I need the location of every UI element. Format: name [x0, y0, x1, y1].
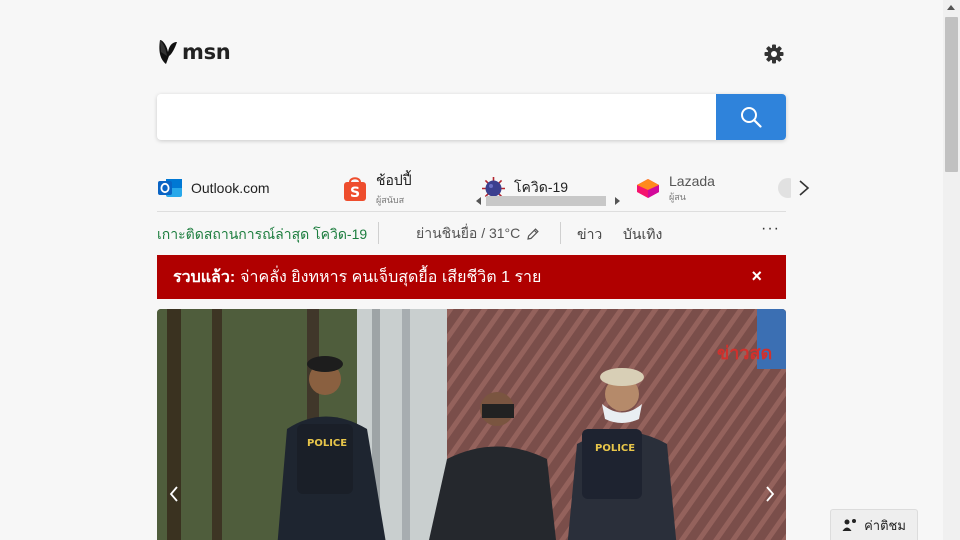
carousel-prev-button[interactable]	[159, 469, 189, 519]
feedback-people-icon	[842, 519, 857, 531]
nav-entertainment-link[interactable]: บันเทิง	[623, 224, 662, 246]
more-options-button[interactable]: ···	[761, 220, 780, 238]
partial-app-icon	[778, 178, 791, 198]
hero-carousel[interactable]: ข่าวสด POLICE POLICE	[157, 309, 786, 540]
feedback-label: ค่าติชม	[864, 517, 906, 533]
quicklink-label: ช้อปปี้	[376, 171, 412, 188]
divider	[157, 211, 786, 212]
quicklink-label: Lazada	[669, 172, 715, 189]
page-scrollbar[interactable]	[943, 0, 960, 540]
search-bar	[157, 94, 786, 140]
settings-button[interactable]	[762, 42, 786, 66]
carousel-next-button[interactable]	[755, 469, 785, 519]
weather-link[interactable]: ย่านชินยื่อ / 31°C	[416, 223, 540, 245]
chevron-right-icon	[766, 486, 775, 502]
quicklink-shopee[interactable]: S ช้อปปี้ ผู้สนับส	[342, 170, 412, 206]
search-button[interactable]	[716, 94, 786, 140]
separator	[378, 222, 379, 244]
feedback-button[interactable]: ค่าติชม	[830, 509, 918, 540]
scrollbar-thumb[interactable]	[486, 196, 606, 206]
quicklinks-scrollbar[interactable]	[476, 195, 620, 207]
brand-name: msn	[182, 40, 231, 64]
quicklinks-next-button[interactable]	[795, 178, 813, 198]
chevron-left-icon	[169, 486, 178, 502]
close-button[interactable]: ×	[751, 266, 762, 287]
gear-icon	[764, 44, 784, 64]
quicklink-label: Outlook.com	[191, 180, 270, 196]
breaking-headline[interactable]: จ่าคลั่ง ยิงทหาร คนเจ็บสุดยื้อ เสียชีวิต…	[240, 265, 541, 290]
breaking-tag: รวบแล้ว:	[173, 268, 236, 286]
lazada-icon	[637, 179, 659, 198]
pencil-edit-icon[interactable]	[526, 227, 540, 241]
trending-link[interactable]: เกาะติดสถานการณ์ล่าสุด โควิด-19	[157, 224, 367, 246]
scroll-right-arrow-icon[interactable]	[615, 197, 620, 205]
breaking-news-banner[interactable]: รวบแล้ว: จ่าคลั่ง ยิงทหาร คนเจ็บสุดยื้อ …	[157, 255, 786, 299]
nav-row: เกาะติดสถานการณ์ล่าสุด โควิด-19 ย่านชินย…	[157, 220, 786, 246]
shopee-icon: S	[344, 177, 366, 201]
svg-text:POLICE: POLICE	[595, 443, 635, 454]
sponsored-label: ผู้สนับส	[376, 194, 405, 205]
svg-text:POLICE: POLICE	[307, 438, 347, 449]
weather-text: ย่านชินยื่อ / 31°C	[416, 225, 521, 241]
butterfly-icon	[159, 40, 177, 64]
separator	[560, 222, 561, 244]
quicklink-lazada[interactable]: Lazada ผู้สน	[635, 170, 715, 206]
chevron-right-icon	[799, 180, 810, 196]
search-icon	[741, 107, 762, 128]
hero-photo: ข่าวสด POLICE POLICE	[157, 309, 786, 540]
svg-text:S: S	[350, 185, 360, 201]
msn-logo[interactable]: msn	[157, 38, 231, 66]
quicklink-partial[interactable]	[777, 170, 791, 206]
outlook-icon	[158, 179, 182, 197]
search-input[interactable]	[157, 94, 716, 140]
sponsored-label: ผู้สน	[669, 191, 686, 202]
scroll-left-arrow-icon[interactable]	[476, 197, 481, 205]
quicklink-outlook[interactable]: Outlook.com	[157, 170, 270, 206]
scrollbar-thumb[interactable]	[945, 17, 958, 172]
watermark-text: ข่าวสด	[717, 343, 772, 364]
scroll-up-arrow-icon[interactable]	[947, 5, 955, 10]
nav-news-link[interactable]: ข่าว	[577, 224, 602, 246]
